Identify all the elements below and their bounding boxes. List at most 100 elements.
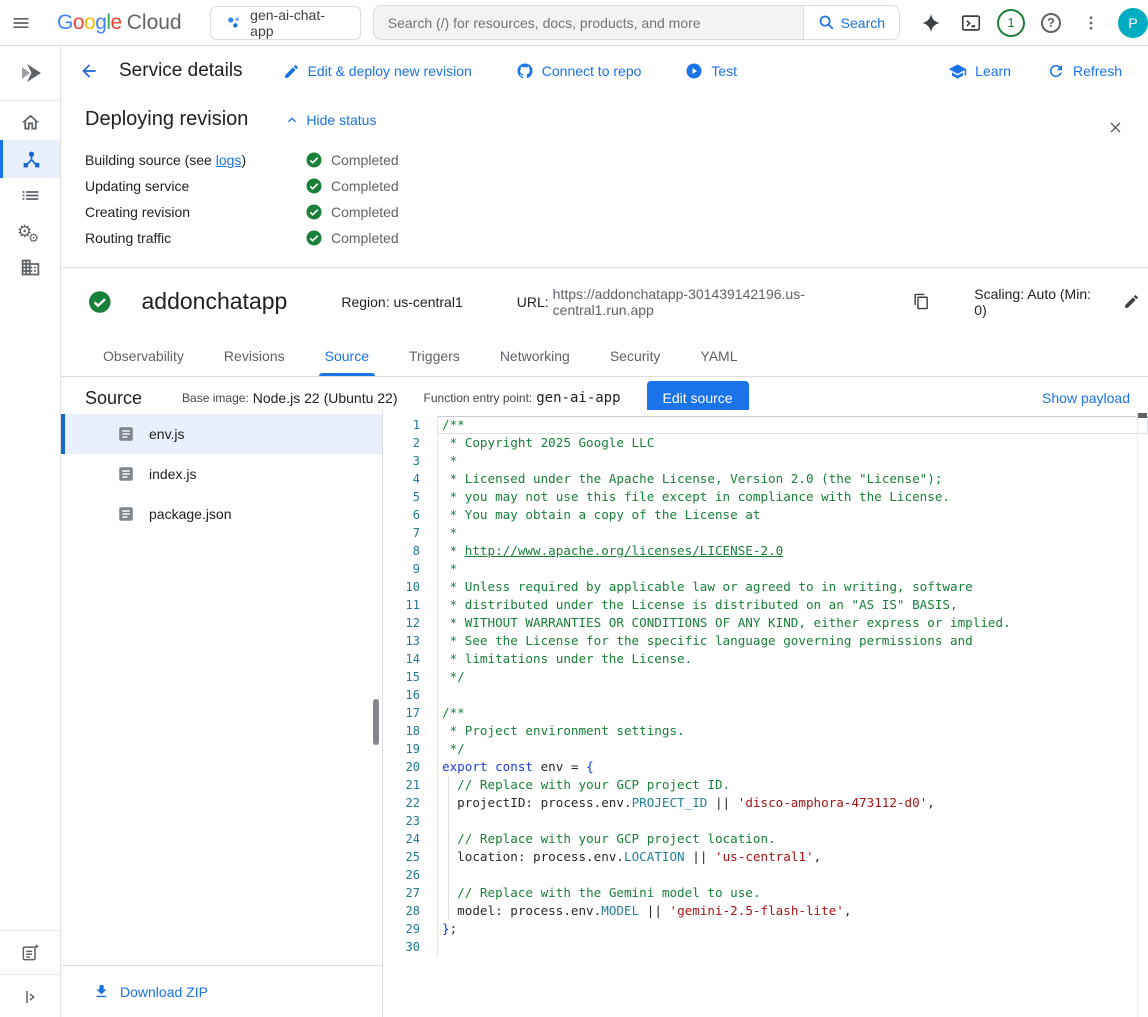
file-item-package-json[interactable]: package.json — [61, 494, 382, 534]
sidebar-divider — [0, 930, 60, 931]
code-line: 29}; — [383, 920, 1148, 938]
code-line: 1/** — [383, 416, 1148, 434]
file-panel-scrollbar[interactable] — [373, 699, 379, 745]
code-line: 19 */ — [383, 740, 1148, 758]
gemini-sparkle-icon[interactable] — [914, 6, 948, 40]
code-token: env = — [533, 759, 586, 774]
code-line: 3 * — [383, 452, 1148, 470]
avatar[interactable]: P — [1118, 8, 1148, 38]
tab-revisions[interactable]: Revisions — [204, 335, 305, 376]
project-icon — [225, 14, 242, 31]
code-token — [442, 777, 457, 792]
release-notes-icon — [20, 943, 40, 963]
line-number: 14 — [383, 650, 438, 668]
code-token: // Replace with the Gemini model to use. — [457, 885, 760, 900]
chevron-up-icon — [284, 112, 300, 128]
sidebar-divider — [0, 100, 60, 101]
line-number: 5 — [383, 488, 438, 506]
tab-observability[interactable]: Observability — [83, 335, 204, 376]
line-number: 11 — [383, 596, 438, 614]
code-line: 18 * Project environment settings. — [383, 722, 1148, 740]
sidebar-item-domains[interactable] — [0, 248, 60, 286]
line-number: 19 — [383, 740, 438, 758]
logs-link[interactable]: logs — [216, 152, 242, 168]
line-number: 24 — [383, 830, 438, 848]
editor-overview-ruler[interactable] — [1137, 410, 1148, 1017]
code-line: 28 model: process.env.MODEL || 'gemini-2… — [383, 902, 1148, 920]
test-button[interactable]: Test — [685, 62, 737, 80]
code-text: * — [438, 524, 1148, 542]
code-line: 7 * — [383, 524, 1148, 542]
project-name: gen-ai-chat-app — [250, 7, 346, 39]
code-text: * You may obtain a copy of the License a… — [438, 506, 1148, 524]
hamburger-icon[interactable] — [0, 1, 43, 45]
refresh-button[interactable]: Refresh — [1047, 62, 1122, 80]
code-token: * distributed under the License is distr… — [442, 597, 958, 612]
back-button[interactable] — [69, 51, 109, 91]
help-icon[interactable]: ? — [1034, 6, 1068, 40]
code-token: MODEL — [601, 903, 639, 918]
close-icon — [1107, 119, 1124, 136]
code-line: 22 projectID: process.env.PROJECT_ID || … — [383, 794, 1148, 812]
cloud-shell-icon[interactable] — [954, 6, 988, 40]
code-editor[interactable]: 1/**2 * Copyright 2025 Google LLC3 *4 * … — [383, 410, 1148, 1017]
github-icon — [516, 62, 534, 80]
more-vertical-icon[interactable] — [1074, 6, 1108, 40]
edit-deploy-button[interactable]: Edit & deploy new revision — [283, 63, 472, 80]
tab-networking[interactable]: Networking — [480, 335, 590, 376]
code-text — [438, 938, 1148, 956]
code-line: 21 // Replace with your GCP project ID. — [383, 776, 1148, 794]
tab-source[interactable]: Source — [305, 335, 389, 376]
tab-yaml[interactable]: YAML — [680, 335, 757, 376]
code-token: , — [844, 903, 852, 918]
domain-icon — [20, 257, 41, 278]
close-status-button[interactable] — [1098, 110, 1132, 144]
edit-scaling-button[interactable] — [1115, 285, 1148, 319]
code-token: PROJECT_ID — [632, 795, 708, 810]
tab-security[interactable]: Security — [590, 335, 681, 376]
line-number: 1 — [383, 416, 438, 434]
file-item-env-js[interactable]: env.js — [61, 414, 382, 454]
copy-url-button[interactable] — [905, 285, 938, 319]
search-button[interactable]: Search — [803, 5, 900, 40]
show-payload-link[interactable]: Show payload — [1042, 390, 1130, 406]
code-token: model: process.env. — [442, 903, 601, 918]
code-line: 23 — [383, 812, 1148, 830]
code-token — [442, 885, 457, 900]
source-section-title: Source — [85, 388, 142, 409]
line-number: 3 — [383, 452, 438, 470]
cloud-run-logo — [0, 54, 60, 92]
download-zip-button[interactable]: Download ZIP — [61, 965, 382, 1017]
connect-to-repo-button[interactable]: Connect to repo — [516, 62, 642, 80]
line-number: 17 — [383, 704, 438, 722]
code-token: * WITHOUT WARRANTIES OR CONDITIONS OF AN… — [442, 615, 1011, 630]
check-circle-icon — [305, 203, 323, 221]
project-selector[interactable]: gen-ai-chat-app — [210, 6, 361, 40]
base-image-value: Node.js 22 (Ubuntu 22) — [253, 390, 398, 406]
code-token: * — [442, 453, 457, 468]
notifications-badge[interactable]: 1 — [994, 6, 1028, 40]
sidebar-item-services[interactable] — [0, 140, 60, 178]
service-url[interactable]: https://addonchatapp-301439142196.us-cen… — [553, 286, 899, 318]
code-line: 17/** — [383, 704, 1148, 722]
code-line: 6 * You may obtain a copy of the License… — [383, 506, 1148, 524]
tab-triggers[interactable]: Triggers — [389, 335, 480, 376]
line-number: 25 — [383, 848, 438, 866]
sidebar-item-release-notes[interactable] — [0, 934, 60, 972]
expand-panel-icon[interactable] — [0, 978, 60, 1016]
entry-point-label: Function entry point: — [424, 391, 533, 405]
sidebar-item-integrations[interactable]: ⚙⚙ — [0, 212, 60, 250]
sidebar-item-home[interactable] — [0, 103, 60, 141]
code-token: projectID: process.env. — [442, 795, 632, 810]
learn-button[interactable]: Learn — [948, 62, 1011, 81]
file-icon — [117, 425, 135, 443]
code-token: LOCATION — [624, 849, 685, 864]
line-number: 2 — [383, 434, 438, 452]
search-input[interactable] — [373, 5, 803, 40]
deploy-status-panel: Deploying revision Hide status Building … — [61, 96, 1148, 268]
file-item-index-js[interactable]: index.js — [61, 454, 382, 494]
hide-status-toggle[interactable]: Hide status — [284, 112, 376, 128]
sidebar-item-revisions[interactable] — [0, 176, 60, 214]
code-token: * Unless required by applicable law or a… — [442, 579, 973, 594]
code-text: * distributed under the License is distr… — [438, 596, 1148, 614]
